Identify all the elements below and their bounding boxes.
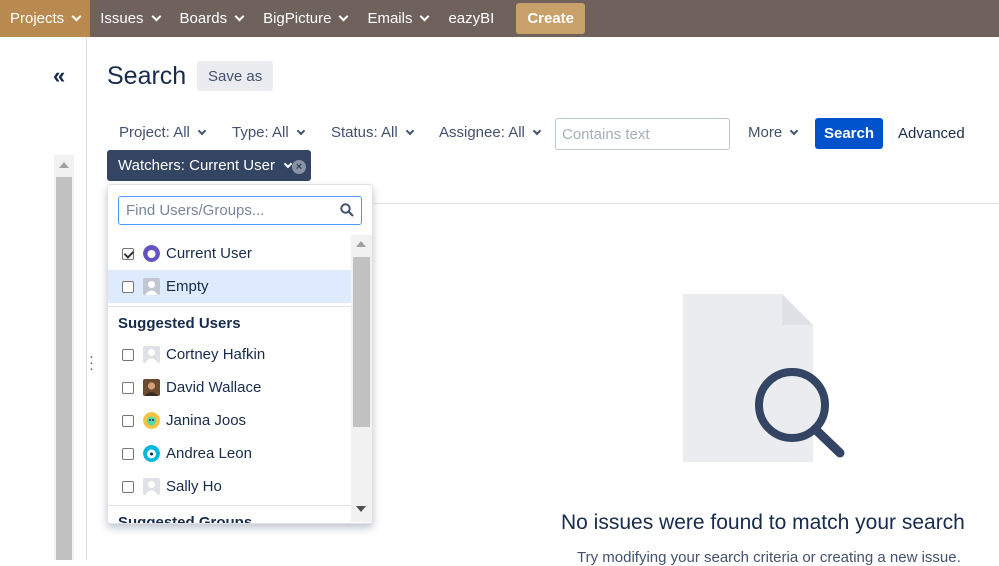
collapse-sidebar-button[interactable]: « — [53, 65, 65, 87]
nav-eazybi-label: eazyBI — [448, 10, 495, 27]
separator — [108, 505, 351, 506]
suggested-groups-heading: Suggested Groups — [118, 514, 253, 524]
character-avatar-icon — [143, 445, 160, 462]
scroll-down-arrow-icon[interactable] — [356, 506, 366, 512]
watchers-filter-label: Watchers: Current User — [118, 157, 275, 174]
default-avatar-icon — [143, 278, 160, 295]
checkbox[interactable] — [122, 280, 134, 293]
project-filter[interactable]: Project: All — [119, 124, 207, 141]
suggested-users-heading: Suggested Users — [118, 315, 241, 332]
option-user[interactable]: Janina Joos — [108, 404, 351, 437]
option-label: David Wallace — [166, 379, 262, 396]
separator — [108, 306, 351, 307]
type-filter[interactable]: Type: All — [232, 124, 305, 141]
option-user[interactable]: Sally Ho — [108, 470, 351, 503]
assignee-filter-label: Assignee: All — [439, 124, 525, 141]
page-title: Search — [107, 62, 187, 90]
clear-filter-icon[interactable]: × — [292, 160, 306, 174]
watchers-filter-chip[interactable]: Watchers: Current User × — [107, 150, 311, 181]
option-label: Current User — [166, 245, 252, 262]
assignee-filter[interactable]: Assignee: All — [439, 124, 542, 141]
checkbox[interactable] — [122, 447, 134, 460]
watchers-option-list: Current User Empty Suggested Users Cortn… — [108, 235, 351, 524]
option-user[interactable]: David Wallace — [108, 371, 351, 404]
empty-results-illustration — [683, 294, 845, 462]
chevron-down-icon — [283, 159, 293, 168]
current-user-avatar-icon — [143, 245, 160, 262]
option-user[interactable]: Cortney Hafkin — [108, 338, 351, 371]
empty-state-subtext: Try modifying your search criteria or cr… — [577, 549, 961, 566]
chevron-down-icon — [789, 126, 799, 135]
watchers-dropdown: Current User Empty Suggested Users Cortn… — [107, 184, 373, 524]
chevron-down-icon — [532, 126, 542, 135]
checkbox[interactable] — [122, 480, 134, 493]
sidebar-scroll-thumb[interactable] — [56, 177, 72, 560]
option-current-user[interactable]: Current User — [108, 237, 351, 270]
checkbox[interactable] — [122, 247, 134, 260]
dropdown-scrollbar[interactable] — [351, 235, 372, 522]
nav-projects[interactable]: Projects — [0, 0, 91, 37]
create-button[interactable]: Create — [516, 3, 586, 34]
chevron-down-icon — [234, 11, 245, 22]
dropdown-scroll-thumb[interactable] — [353, 257, 370, 427]
option-label: Janina Joos — [166, 412, 247, 429]
nav-eazybi[interactable]: eazyBI — [438, 0, 504, 37]
status-filter-label: Status: All — [331, 124, 398, 141]
checkbox[interactable] — [122, 414, 134, 427]
user-photo-avatar-icon — [143, 379, 160, 396]
nav-emails[interactable]: Emails — [357, 0, 438, 37]
nav-boards[interactable]: Boards — [170, 0, 254, 37]
option-label: Andrea Leon — [166, 445, 252, 462]
character-avatar-icon — [143, 412, 160, 429]
empty-state-message: No issues were found to match your searc… — [561, 511, 965, 534]
nav-projects-label: Projects — [10, 10, 65, 27]
type-filter-label: Type: All — [232, 124, 289, 141]
more-filter-label: More — [748, 124, 783, 141]
more-filter[interactable]: More — [748, 124, 799, 141]
chevron-down-icon — [197, 126, 207, 135]
option-label: Empty — [166, 278, 209, 295]
option-user[interactable]: Andrea Leon — [108, 437, 351, 470]
chevron-down-icon — [71, 11, 82, 22]
chevron-down-icon — [151, 11, 161, 22]
advanced-link[interactable]: Advanced — [898, 125, 965, 142]
top-navigation: Projects Issues Boards BigPicture Emails… — [0, 0, 999, 37]
status-filter[interactable]: Status: All — [331, 124, 414, 141]
save-as-button[interactable]: Save as — [197, 61, 274, 91]
nav-boards-label: Boards — [179, 10, 228, 27]
default-avatar-icon — [143, 478, 160, 495]
chevron-down-icon — [296, 126, 305, 135]
nav-bigpicture[interactable]: BigPicture — [253, 0, 357, 37]
option-label: Sally Ho — [166, 478, 222, 495]
checkbox[interactable] — [122, 381, 134, 394]
default-avatar-icon — [143, 346, 160, 363]
scroll-up-arrow-icon[interactable] — [356, 241, 366, 247]
sidebar-scrollbar[interactable] — [54, 155, 74, 560]
scroll-up-arrow-icon[interactable] — [54, 155, 74, 175]
checkbox[interactable] — [122, 348, 134, 361]
nav-issues-label: Issues — [100, 10, 144, 27]
option-empty[interactable]: Empty — [108, 270, 351, 303]
resize-handle-icon[interactable]: · · · — [89, 349, 94, 376]
chevron-down-icon — [405, 126, 414, 135]
nav-emails-label: Emails — [367, 10, 413, 27]
chevron-down-icon — [420, 11, 430, 22]
find-users-input[interactable] — [118, 196, 362, 225]
contains-text-input[interactable] — [555, 118, 730, 150]
project-filter-label: Project: All — [119, 124, 190, 141]
option-label: Cortney Hafkin — [166, 346, 266, 363]
search-icon — [340, 203, 354, 217]
divider — [372, 203, 999, 204]
chevron-down-icon — [339, 11, 349, 22]
nav-bigpicture-label: BigPicture — [263, 10, 332, 27]
search-button[interactable]: Search — [815, 118, 883, 149]
nav-issues[interactable]: Issues — [90, 0, 169, 37]
